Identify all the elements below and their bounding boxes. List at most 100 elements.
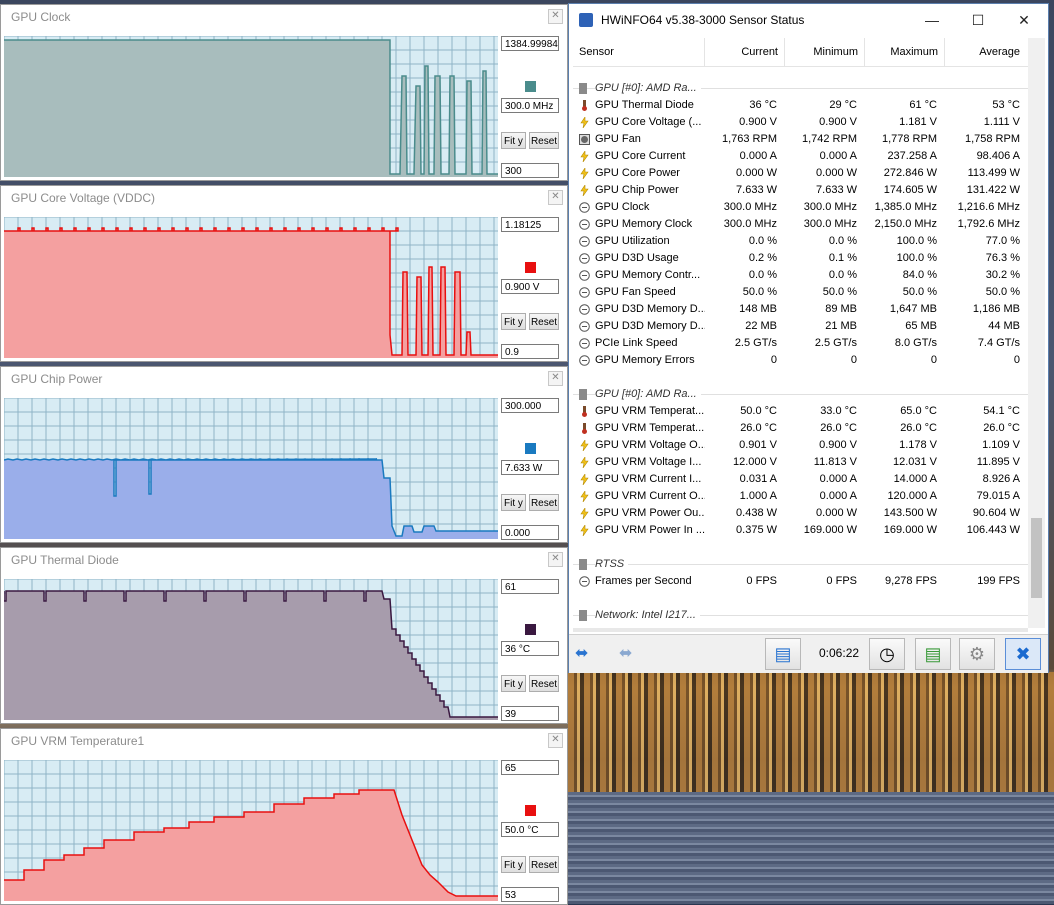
sensor-min: 29 °C (829, 99, 857, 111)
sensor-min: 89 MB (825, 303, 857, 315)
close-x-icon[interactable]: ✖ (1005, 638, 1041, 670)
expand-arrows-icon[interactable]: ⬌ (575, 643, 588, 663)
minimize-button[interactable]: — (909, 6, 955, 34)
graph-title: GPU Clock (11, 10, 71, 24)
header-current[interactable]: Current (705, 38, 785, 66)
sensor-max: 1,647 MB (889, 303, 937, 315)
sensor-row[interactable]: GPU D3D Memory D... 22 MB 21 MB 65 MB 44 MB (573, 318, 1028, 335)
sensor-group-header[interactable]: GPU [#0]: AMD Ra... (573, 386, 1028, 403)
clock-icon (579, 219, 590, 230)
header-sensor[interactable]: Sensor (573, 38, 705, 66)
sensor-row[interactable]: GPU Fan 1,763 RPM 1,742 RPM 1,778 RPM 1,758 … (573, 131, 1028, 148)
sensor-row[interactable]: GPU Thermal Diode 36 °C 29 °C 61 °C 53 °C (573, 97, 1028, 114)
network-icon[interactable]: ▤ (765, 638, 801, 670)
sensor-row[interactable]: GPU D3D Memory D... 148 MB 89 MB 1,647 MB 1,… (573, 301, 1028, 318)
sensor-row[interactable]: GPU Core Current 0.000 A 0.000 A 237.258 A 9… (573, 148, 1028, 165)
sensor-row[interactable]: GPU Memory Errors 0 0 0 0 (573, 352, 1028, 369)
sensor-avg: 1,758 RPM (964, 133, 1020, 145)
close-window-button[interactable]: ✕ (1001, 6, 1047, 34)
vertical-scrollbar[interactable] (1028, 38, 1045, 628)
series-color-swatch[interactable] (525, 805, 536, 816)
sensor-avg: 1.111 V (983, 116, 1020, 128)
graph-plot (4, 760, 498, 901)
clock-icon (579, 236, 590, 247)
sensor-group-header[interactable]: Network: Intel I217... (573, 607, 1028, 624)
sensor-row[interactable]: GPU VRM Power In ... 0.375 W 169.000 W 169.… (573, 522, 1028, 539)
sensor-name: GPU VRM Voltage I... (595, 456, 702, 468)
sensor-row[interactable]: GPU VRM Power Ou... 0.438 W 0.000 W 143.500… (573, 505, 1028, 522)
group-name: GPU [#0]: AMD Ra... (595, 386, 701, 403)
sensor-max: 50.0 % (902, 286, 937, 298)
sensor-row[interactable]: GPU D3D Usage 0.2 % 0.1 % 100.0 % 76.3 % (573, 250, 1028, 267)
sensor-min: 33.0 °C (820, 405, 857, 417)
sensor-row[interactable]: GPU Core Power 0.000 W 0.000 W 272.846 W 113… (573, 165, 1028, 182)
fit-y-button[interactable]: Fit y (501, 494, 526, 511)
series-color-swatch[interactable] (525, 443, 536, 454)
sensor-row[interactable]: GPU Fan Speed 50.0 % 50.0 % 50.0 % 50.0 % (573, 284, 1028, 301)
series-color-swatch[interactable] (525, 81, 536, 92)
clock-reset-icon[interactable]: ◷ (869, 638, 905, 670)
fit-y-button[interactable]: Fit y (501, 675, 526, 692)
clock-icon (579, 270, 590, 281)
header-average[interactable]: Average (945, 38, 1028, 66)
graph-close-icon[interactable]: ✕ (548, 9, 563, 24)
graph-current-value: 50.0 °C (501, 822, 559, 837)
reset-button[interactable]: Reset (529, 132, 559, 149)
header-maximum[interactable]: Maximum (865, 38, 945, 66)
sensor-min: 0.0 % (828, 235, 857, 247)
scrollbar-thumb[interactable] (1031, 518, 1042, 598)
maximize-button[interactable]: ☐ (955, 6, 1001, 34)
sensor-row[interactable]: GPU VRM Current I... 0.031 A 0.000 A 14.000… (573, 471, 1028, 488)
graph-close-icon[interactable]: ✕ (548, 733, 563, 748)
fit-y-button[interactable]: Fit y (501, 856, 526, 873)
sensor-group-header[interactable]: GPU [#0]: AMD Ra... (573, 80, 1028, 97)
sensor-min: 0.1 % (828, 252, 857, 264)
sensor-row[interactable]: PCIe Link Speed 2.5 GT/s 2.5 GT/s 8.0 GT/s 7… (573, 335, 1028, 352)
graph-plot (4, 398, 498, 539)
graph-close-icon[interactable]: ✕ (548, 371, 563, 386)
sensor-min: 0.000 A (819, 150, 857, 162)
sensor-row[interactable]: GPU Utilization 0.0 % 0.0 % 100.0 % 77.0 % (573, 233, 1028, 250)
sensor-row[interactable]: GPU VRM Temperat... 50.0 °C 33.0 °C 65.0 °C… (573, 403, 1028, 420)
title-bar[interactable]: HWiNFO64 v5.38-3000 Sensor Status — ☐ ✕ (569, 4, 1048, 35)
fit-y-button[interactable]: Fit y (501, 313, 526, 330)
reset-button[interactable]: Reset (529, 313, 559, 330)
thermometer-icon (579, 406, 590, 417)
sensor-row[interactable]: GPU Clock 300.0 MHz 300.0 MHz 1,385.0 MHz 1,… (573, 199, 1028, 216)
group-divider (573, 564, 1028, 565)
horizontal-scrollbar[interactable] (573, 628, 1028, 632)
sensor-row[interactable]: Frames per Second 0 FPS 0 FPS 9,278 FPS 199 … (573, 573, 1028, 590)
sensor-row[interactable]: GPU VRM Voltage O... 0.901 V 0.900 V 1.178 … (573, 437, 1028, 454)
settings-gear-icon[interactable]: ⚙ (959, 638, 995, 670)
reset-button[interactable]: Reset (529, 856, 559, 873)
graph-side-panel: 65 50.0 °C Fit y Reset 53 (501, 760, 561, 902)
sensor-cur: 0.2 % (748, 252, 777, 264)
sensor-row[interactable]: GPU VRM Current O... 1.000 A 0.000 A 120.00… (573, 488, 1028, 505)
reset-button[interactable]: Reset (529, 675, 559, 692)
log-add-icon[interactable]: ▤ (915, 638, 951, 670)
graph-title: GPU Chip Power (11, 372, 103, 386)
graph-current-value: 36 °C (501, 641, 559, 656)
sensor-avg: 26.0 °C (983, 422, 1020, 434)
fit-y-button[interactable]: Fit y (501, 132, 526, 149)
header-minimum[interactable]: Minimum (785, 38, 865, 66)
sensor-avg: 113.499 W (967, 167, 1020, 179)
graph-close-icon[interactable]: ✕ (548, 190, 563, 205)
sensor-group-header[interactable]: RTSS (573, 556, 1028, 573)
sensor-min: 11.813 V (813, 456, 857, 468)
graph-close-icon[interactable]: ✕ (548, 552, 563, 567)
sensor-row[interactable]: GPU VRM Voltage I... 12.000 V 11.813 V 12.0… (573, 454, 1028, 471)
sensor-min: 26.0 °C (820, 422, 857, 434)
graph-window-4: GPU VRM Temperature1 ✕ 65 50.0 °C Fit y Reset… (0, 728, 568, 905)
reset-button[interactable]: Reset (529, 494, 559, 511)
sensor-row[interactable]: GPU VRM Temperat... 26.0 °C 26.0 °C 26.0 °C… (573, 420, 1028, 437)
sensor-cur: 0.438 W (736, 507, 777, 519)
series-color-swatch[interactable] (525, 262, 536, 273)
graph-current-value: 300.0 MHz (501, 98, 559, 113)
collapse-arrows-icon[interactable]: ⬌ (619, 643, 632, 663)
sensor-row[interactable]: GPU Chip Power 7.633 W 7.633 W 174.605 W 131… (573, 182, 1028, 199)
sensor-row[interactable]: GPU Core Voltage (... 0.900 V 0.900 V 1.181… (573, 114, 1028, 131)
sensor-row[interactable]: GPU Memory Clock 300.0 MHz 300.0 MHz 2,150.… (573, 216, 1028, 233)
sensor-row[interactable]: GPU Memory Contr... 0.0 % 0.0 % 84.0 % 30.2 … (573, 267, 1028, 284)
series-color-swatch[interactable] (525, 624, 536, 635)
